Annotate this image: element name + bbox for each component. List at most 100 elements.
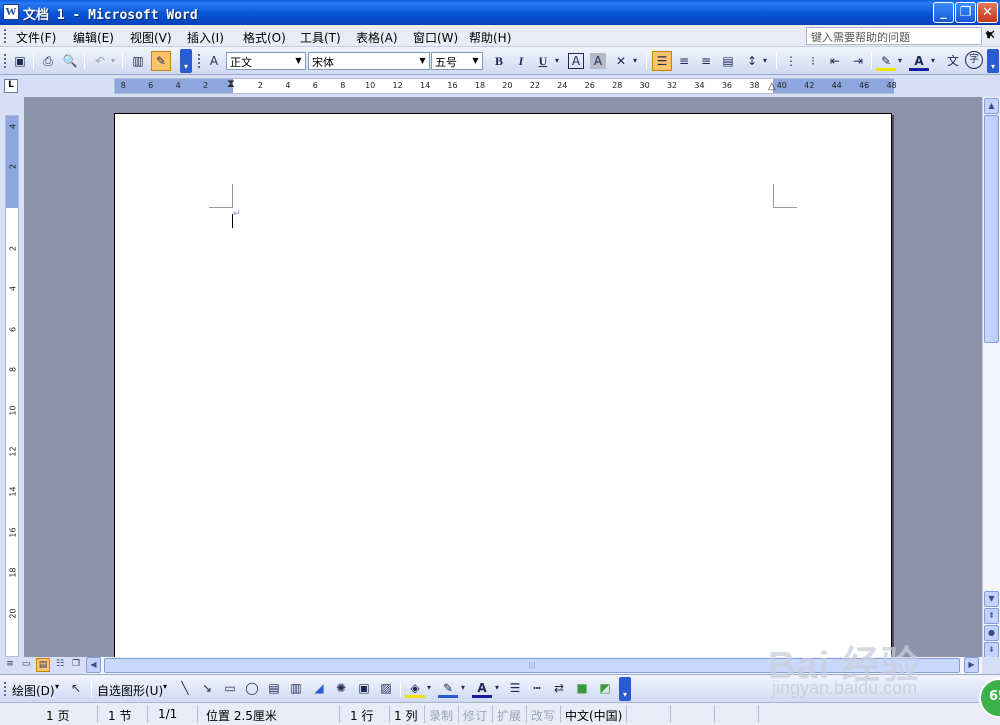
underline-button[interactable]: U bbox=[533, 51, 553, 71]
char-shading-button[interactable]: A bbox=[590, 53, 606, 69]
document-workspace[interactable]: ↵ bbox=[24, 97, 982, 657]
insert-picture-icon[interactable]: ▨ bbox=[376, 678, 396, 698]
chevron-down-icon[interactable]: ▼ bbox=[417, 54, 428, 68]
status-column[interactable]: 1 列 bbox=[390, 705, 425, 723]
print-icon[interactable]: ⎙ bbox=[38, 51, 58, 71]
align-justify-icon[interactable]: ☰ bbox=[652, 51, 672, 71]
clip-art-icon[interactable]: ▣ bbox=[354, 678, 374, 698]
toolbar-options-icon[interactable]: ▾ bbox=[180, 49, 192, 73]
drawing-toggle-icon[interactable]: ✎ bbox=[151, 51, 171, 71]
vertical-scroll-thumb[interactable] bbox=[984, 115, 999, 343]
chevron-down-icon[interactable]: ▾ bbox=[163, 682, 167, 691]
help-search-input[interactable]: 键入需要帮助的问题 ▼ bbox=[806, 27, 992, 45]
save-icon[interactable]: ▣ bbox=[10, 51, 30, 71]
drawbar-grip[interactable] bbox=[4, 682, 7, 696]
vertical-text-box-icon[interactable]: ▥ bbox=[286, 678, 306, 698]
web-view-icon[interactable]: ▭ bbox=[19, 658, 33, 672]
distribute-icon[interactable]: ▤ bbox=[718, 51, 738, 71]
decrease-indent-icon[interactable]: ⇤ bbox=[825, 51, 845, 71]
font-color-dropdown-icon[interactable]: ▾ bbox=[492, 678, 502, 698]
close-button[interactable]: ✕ bbox=[977, 2, 998, 23]
font-color-icon[interactable]: A bbox=[472, 678, 492, 698]
status-section[interactable]: 1 节 bbox=[98, 705, 148, 723]
restore-button[interactable]: ❐ bbox=[955, 2, 976, 23]
normal-view-icon[interactable]: ≡ bbox=[3, 658, 17, 672]
scroll-left-icon[interactable]: ◀ bbox=[86, 657, 101, 673]
draw-menu-button[interactable]: 绘图(D) bbox=[12, 682, 55, 699]
phonetic-guide-button[interactable]: 文 bbox=[943, 51, 963, 71]
previous-page-icon[interactable]: ⇞ bbox=[984, 608, 999, 624]
document-close-button[interactable]: ✕ bbox=[985, 28, 996, 43]
scroll-right-icon[interactable]: ▶ bbox=[964, 657, 979, 673]
menu-insert[interactable]: 插入(I) bbox=[187, 29, 224, 46]
line-spacing-icon[interactable]: ↕ bbox=[742, 51, 762, 71]
oval-icon[interactable]: ◯ bbox=[242, 678, 262, 698]
minimize-button[interactable]: _ bbox=[933, 2, 954, 23]
italic-button[interactable]: I bbox=[511, 51, 531, 71]
arrow-style-icon[interactable]: ⇄ bbox=[549, 678, 569, 698]
select-objects-icon[interactable]: ↖ bbox=[66, 678, 86, 698]
wordart-icon[interactable]: ◢ bbox=[309, 678, 329, 698]
toolbar-options-icon[interactable]: ▾ bbox=[987, 49, 999, 73]
bullets-icon[interactable]: ⁝ bbox=[803, 51, 823, 71]
font-color-icon[interactable]: A bbox=[909, 51, 929, 71]
status-page[interactable]: 1 页 bbox=[0, 705, 98, 723]
menu-table[interactable]: 表格(A) bbox=[356, 29, 398, 46]
vertical-ruler[interactable]: 4 2 2 4 6 8 10 12 14 16 18 20 bbox=[5, 115, 19, 657]
autoshapes-menu-button[interactable]: 自选图形(U) bbox=[97, 682, 163, 699]
word-app-icon[interactable]: W bbox=[3, 4, 19, 20]
reading-view-icon[interactable]: ❐ bbox=[69, 658, 83, 672]
columns-icon[interactable]: ▥ bbox=[128, 51, 148, 71]
document-page[interactable]: ↵ bbox=[114, 113, 892, 657]
font-size-select[interactable]: 五号 ▼ bbox=[431, 52, 483, 70]
font-color-dropdown-icon[interactable]: ▾ bbox=[928, 51, 938, 71]
numbering-icon[interactable]: ⋮ bbox=[781, 51, 801, 71]
menu-file[interactable]: 文件(F) bbox=[16, 29, 56, 46]
print-layout-view-icon[interactable]: ▤ bbox=[36, 658, 50, 672]
status-record[interactable]: 录制 bbox=[425, 705, 459, 723]
arrow-icon[interactable]: ↘ bbox=[197, 678, 217, 698]
undo-icon[interactable]: ↶ bbox=[90, 51, 110, 71]
next-page-icon[interactable]: ⇟ bbox=[984, 642, 999, 658]
char-scale-icon[interactable]: ✕ bbox=[611, 51, 631, 71]
horizontal-scroll-thumb[interactable]: ||| bbox=[104, 658, 960, 673]
menu-view[interactable]: 视图(V) bbox=[130, 29, 172, 46]
menu-tools[interactable]: 工具(T) bbox=[300, 29, 341, 46]
status-extend[interactable]: 扩展 bbox=[493, 705, 527, 723]
first-line-indent-marker[interactable]: ⧗ bbox=[227, 77, 235, 91]
fill-color-icon[interactable]: ◈ bbox=[405, 678, 425, 698]
highlight-icon[interactable]: ✎ bbox=[876, 51, 896, 71]
menu-window[interactable]: 窗口(W) bbox=[413, 29, 458, 46]
highlight-dropdown-icon[interactable]: ▾ bbox=[895, 51, 905, 71]
enclose-char-icon[interactable]: 字 bbox=[965, 51, 983, 69]
line-color-dropdown-icon[interactable]: ▾ bbox=[458, 678, 468, 698]
toolbar-options-icon[interactable]: ▾ bbox=[619, 677, 631, 701]
line-icon[interactable]: ╲ bbox=[175, 678, 195, 698]
chevron-down-icon[interactable]: ▾ bbox=[55, 682, 59, 691]
char-border-button[interactable]: A bbox=[568, 53, 584, 69]
font-select[interactable]: 宋体 ▼ bbox=[308, 52, 430, 70]
right-indent-marker[interactable]: △ bbox=[768, 81, 776, 92]
line-spacing-dropdown-icon[interactable]: ▾ bbox=[760, 51, 770, 71]
menu-format[interactable]: 格式(O) bbox=[243, 29, 286, 46]
align-right-icon[interactable]: ≡ bbox=[696, 51, 716, 71]
status-track-changes[interactable]: 修订 bbox=[459, 705, 493, 723]
outline-view-icon[interactable]: ☷ bbox=[53, 658, 67, 672]
horizontal-scrollbar[interactable]: ◀ ||| ▶ bbox=[86, 657, 982, 674]
menu-help[interactable]: 帮助(H) bbox=[469, 29, 511, 46]
diagram-icon[interactable]: ✺ bbox=[331, 678, 351, 698]
scroll-down-icon[interactable]: ▼ bbox=[984, 591, 999, 607]
menu-edit[interactable]: 编辑(E) bbox=[73, 29, 114, 46]
toolbar-grip[interactable] bbox=[4, 54, 7, 68]
shadow-style-icon[interactable]: ■ bbox=[572, 678, 592, 698]
status-line[interactable]: 1 行 bbox=[340, 705, 390, 723]
line-color-icon[interactable]: ✎ bbox=[438, 678, 458, 698]
scroll-up-icon[interactable]: ▲ bbox=[984, 98, 999, 114]
status-position[interactable]: 位置 2.5厘米 bbox=[198, 705, 340, 723]
chevron-down-icon[interactable]: ▼ bbox=[470, 54, 481, 68]
chevron-down-icon[interactable]: ▼ bbox=[293, 54, 304, 68]
line-style-icon[interactable]: ☰ bbox=[505, 678, 525, 698]
vertical-scrollbar[interactable]: ▲ ▼ ⇞ ● ⇟ bbox=[982, 97, 1000, 658]
bold-button[interactable]: B bbox=[489, 51, 509, 71]
undo-dropdown-icon[interactable]: ▾ bbox=[108, 51, 118, 71]
